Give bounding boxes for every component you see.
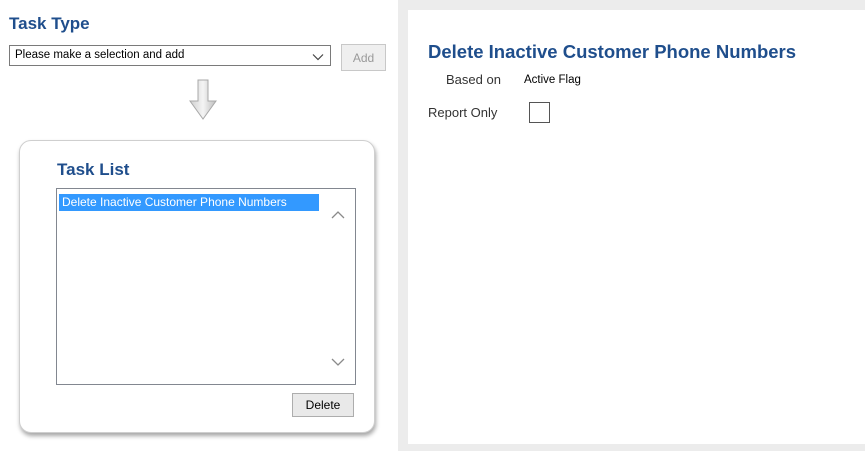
add-button[interactable]: Add (341, 44, 386, 71)
task-type-heading: Task Type (9, 14, 90, 33)
chevron-down-icon[interactable] (312, 50, 324, 68)
report-only-label: Report Only (428, 105, 498, 120)
list-item[interactable]: Delete Inactive Customer Phone Numbers (59, 194, 319, 211)
down-arrow-icon (189, 79, 217, 126)
detail-panel (398, 0, 865, 451)
task-listbox[interactable]: Delete Inactive Customer Phone Numbers (56, 188, 356, 385)
delete-button[interactable]: Delete (292, 393, 354, 417)
based-on-value: Active Flag (524, 74, 581, 86)
task-type-select[interactable]: Please make a selection and add (9, 45, 331, 66)
scroll-up-icon[interactable] (331, 207, 345, 225)
detail-title: Delete Inactive Customer Phone Numbers (428, 41, 797, 62)
based-on-label: Based on (446, 72, 501, 87)
scroll-down-icon[interactable] (331, 354, 345, 372)
task-list-heading: Task List (57, 160, 130, 179)
task-type-select-value: Please make a selection and add (15, 49, 185, 61)
report-only-checkbox[interactable] (529, 102, 550, 123)
